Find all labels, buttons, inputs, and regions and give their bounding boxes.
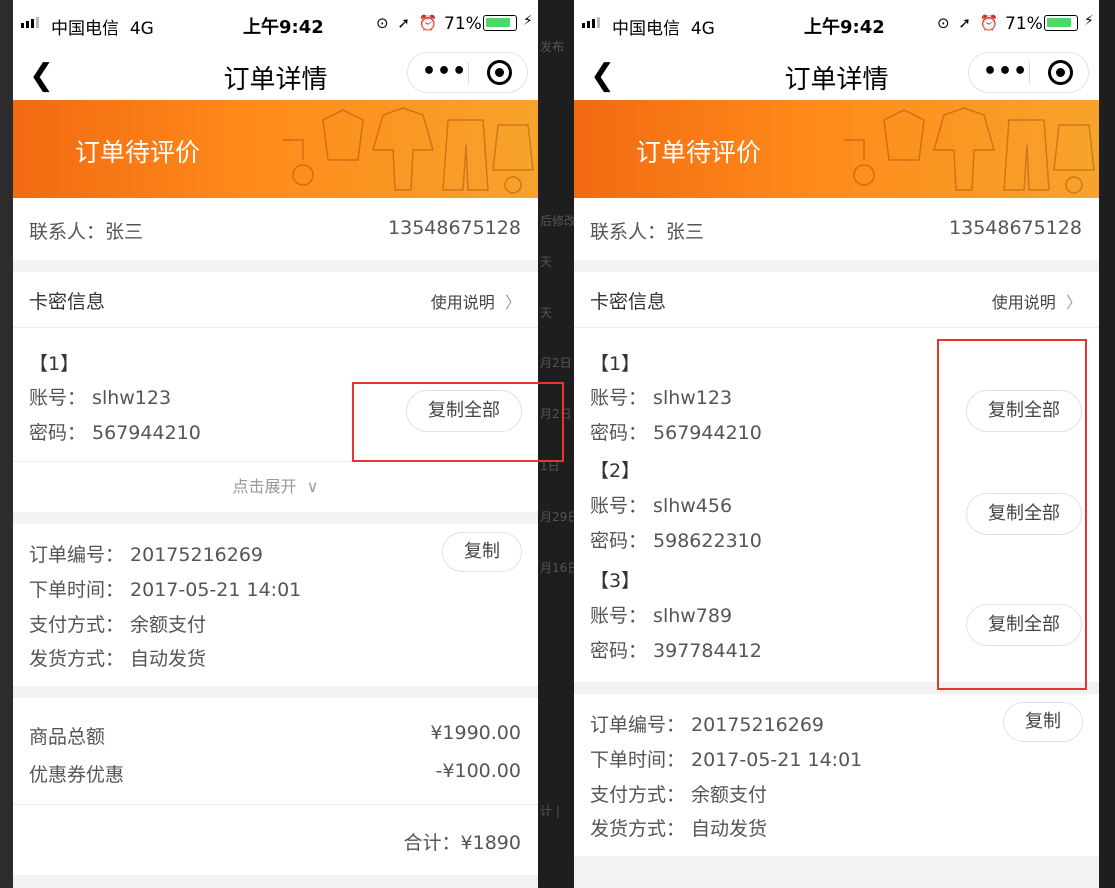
battery-icon <box>1044 15 1078 31</box>
chevron-right-icon: 〉 <box>504 293 521 312</box>
status-icons: ⊙ ➚ ⏰ <box>937 14 1001 32</box>
copy-order-button[interactable]: 复制 <box>1003 702 1083 742</box>
highlight-box <box>352 382 564 462</box>
background-text: 天 <box>540 255 553 269</box>
status-bar: 中国电信 4G 上午9:42 ⊙ ➚ ⏰ 71% ⚡ <box>574 0 1099 46</box>
usage-help-link[interactable]: 使用说明 〉 <box>992 289 1082 313</box>
carrier-label: 中国电信 4G <box>612 19 715 39</box>
copy-order-button[interactable]: 复制 <box>442 532 522 572</box>
battery-percent: 71% <box>1005 14 1043 34</box>
capsule-divider <box>468 62 469 84</box>
background-text: 月2日 <box>540 356 572 370</box>
banner-status-text: 订单待评价 <box>636 138 762 167</box>
banner-status-text: 订单待评价 <box>75 138 201 167</box>
mini-program-capsule: ••• <box>407 52 528 93</box>
background-text: 计 | <box>540 804 560 818</box>
card-password: 密码： 567944210 <box>29 422 201 444</box>
battery-percent: 71% <box>444 14 482 34</box>
nav-bar: ❮ 订单详情 ••• <box>574 46 1099 100</box>
payment-method: 支付方式： 余额支付 <box>590 784 768 806</box>
order-time: 下单时间： 2017-05-21 14:01 <box>590 749 863 771</box>
card-index: 【3】 <box>590 570 641 592</box>
contact-row: 联系人：张三 13548675128 <box>13 198 538 260</box>
background-edge <box>1098 0 1115 888</box>
battery-icon <box>483 15 517 31</box>
chevron-right-icon: 〉 <box>1065 293 1082 312</box>
more-icon[interactable]: ••• <box>422 59 467 84</box>
status-banner: 订单待评价 <box>13 100 538 198</box>
charging-icon: ⚡ <box>1084 13 1094 29</box>
close-target-icon[interactable] <box>487 60 512 85</box>
card-account: 账号： slhw123 <box>29 387 172 409</box>
carrier-label: 中国电信 4G <box>51 19 154 39</box>
payment-method: 支付方式： 余额支付 <box>29 614 207 636</box>
contact-phone: 13548675128 <box>949 217 1082 239</box>
clothing-pattern-icon <box>844 107 1095 194</box>
contact-name: 联系人：张三 <box>590 221 705 243</box>
background-text: 发布 <box>540 40 565 54</box>
close-target-icon[interactable] <box>1048 60 1073 85</box>
nav-bar: ❮ 订单详情 ••• <box>13 46 538 100</box>
card-info-header: 卡密信息 使用说明 〉 <box>13 272 538 328</box>
contact-name: 联系人：张三 <box>29 221 144 243</box>
order-number: 订单编号： 20175216269 <box>590 714 825 736</box>
card-account: 账号： slhw456 <box>590 495 733 517</box>
contact-phone: 13548675128 <box>388 217 521 239</box>
coupon-label: 优惠券优惠 <box>29 764 125 786</box>
card-index: 【1】 <box>590 353 641 375</box>
signal-icon <box>21 17 39 28</box>
delivery-method: 发货方式： 自动发货 <box>590 818 768 840</box>
clock: 上午9:42 <box>243 17 324 38</box>
delivery-method: 发货方式： 自动发货 <box>29 648 207 670</box>
status-bar: 中国电信 4G 上午9:42 ⊙ ➚ ⏰ 71% ⚡ <box>13 0 538 46</box>
highlight-box <box>937 339 1087 690</box>
grand-total: 合计：¥1890 <box>403 832 521 854</box>
usage-help-link[interactable]: 使用说明 〉 <box>431 289 521 313</box>
capsule-divider <box>1029 62 1030 84</box>
signal-icon <box>582 17 600 28</box>
card-account: 账号： slhw789 <box>590 605 733 627</box>
more-icon[interactable]: ••• <box>983 59 1028 84</box>
order-number: 订单编号： 20175216269 <box>29 544 264 566</box>
status-icons: ⊙ ➚ ⏰ <box>376 14 440 32</box>
goods-total-value: ¥1990.00 <box>430 722 521 744</box>
contact-row: 联系人：张三 13548675128 <box>574 198 1099 260</box>
card-info-title: 卡密信息 <box>29 291 106 313</box>
card-info-header: 卡密信息 使用说明 〉 <box>574 272 1099 328</box>
card-account: 账号： slhw123 <box>590 387 733 409</box>
mini-program-capsule: ••• <box>968 52 1089 93</box>
chevron-down-icon: ∨ <box>306 477 319 496</box>
expand-toggle[interactable]: 点击展开 ∨ <box>13 462 538 512</box>
card-index: 【1】 <box>29 353 80 375</box>
total-row: 合计：¥1890 <box>13 805 538 875</box>
card-password: 密码： 567944210 <box>590 422 762 444</box>
card-index: 【2】 <box>590 460 641 482</box>
card-info-title: 卡密信息 <box>590 291 667 313</box>
order-info-section: 订单编号： 20175216269 下单时间： 2017-05-21 14:01… <box>13 524 538 686</box>
order-info-section: 订单编号： 20175216269 下单时间： 2017-05-21 14:01… <box>574 694 1099 856</box>
status-banner: 订单待评价 <box>574 100 1099 198</box>
card-password: 密码： 598622310 <box>590 530 762 552</box>
card-password: 密码： 397784412 <box>590 640 762 662</box>
clothing-pattern-icon <box>283 107 534 194</box>
coupon-value: -¥100.00 <box>435 760 521 782</box>
background-text: 天 <box>540 306 553 320</box>
expand-label: 点击展开 <box>232 477 297 496</box>
goods-total-label: 商品总额 <box>29 726 106 748</box>
price-summary: 商品总额 ¥1990.00 优惠券优惠 -¥100.00 <box>13 698 538 805</box>
background-text: 后修改 <box>540 214 577 228</box>
order-time: 下单时间： 2017-05-21 14:01 <box>29 579 302 601</box>
clock: 上午9:42 <box>804 17 885 38</box>
charging-icon: ⚡ <box>523 13 533 29</box>
